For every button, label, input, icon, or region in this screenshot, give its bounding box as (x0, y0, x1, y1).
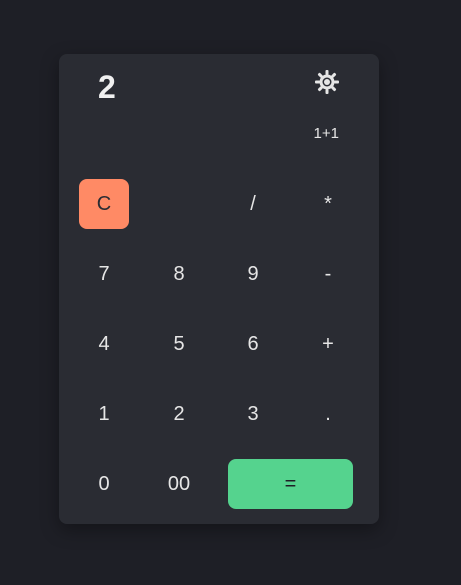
decimal-button[interactable]: . (303, 389, 353, 439)
digit-0-button[interactable]: 0 (79, 459, 129, 509)
subtract-button[interactable]: - (303, 249, 353, 299)
result-display: 2 (98, 69, 116, 105)
digit-2-button[interactable]: 2 (154, 389, 204, 439)
digit-3-button[interactable]: 3 (228, 389, 278, 439)
digit-4-button[interactable]: 4 (79, 319, 129, 369)
digit-1-button[interactable]: 1 (79, 389, 129, 439)
equals-button[interactable]: = (228, 459, 353, 509)
double-zero-button[interactable]: 00 (154, 459, 204, 509)
multiply-button[interactable]: * (303, 179, 353, 229)
divide-button[interactable]: / (228, 179, 278, 229)
clear-button[interactable]: C (79, 179, 129, 229)
digit-8-button[interactable]: 8 (154, 249, 204, 299)
calculator: 2 1+1 C / * 7 8 9 - 4 5 6 + 1 2 3 . 0 00… (59, 54, 379, 524)
add-button[interactable]: + (303, 319, 353, 369)
digit-9-button[interactable]: 9 (228, 249, 278, 299)
digit-7-button[interactable]: 7 (79, 249, 129, 299)
theme-toggle-button[interactable] (313, 68, 341, 96)
expression-display: 1+1 (313, 125, 339, 142)
digit-5-button[interactable]: 5 (154, 319, 204, 369)
digit-6-button[interactable]: 6 (228, 319, 278, 369)
sun-icon (315, 70, 339, 94)
